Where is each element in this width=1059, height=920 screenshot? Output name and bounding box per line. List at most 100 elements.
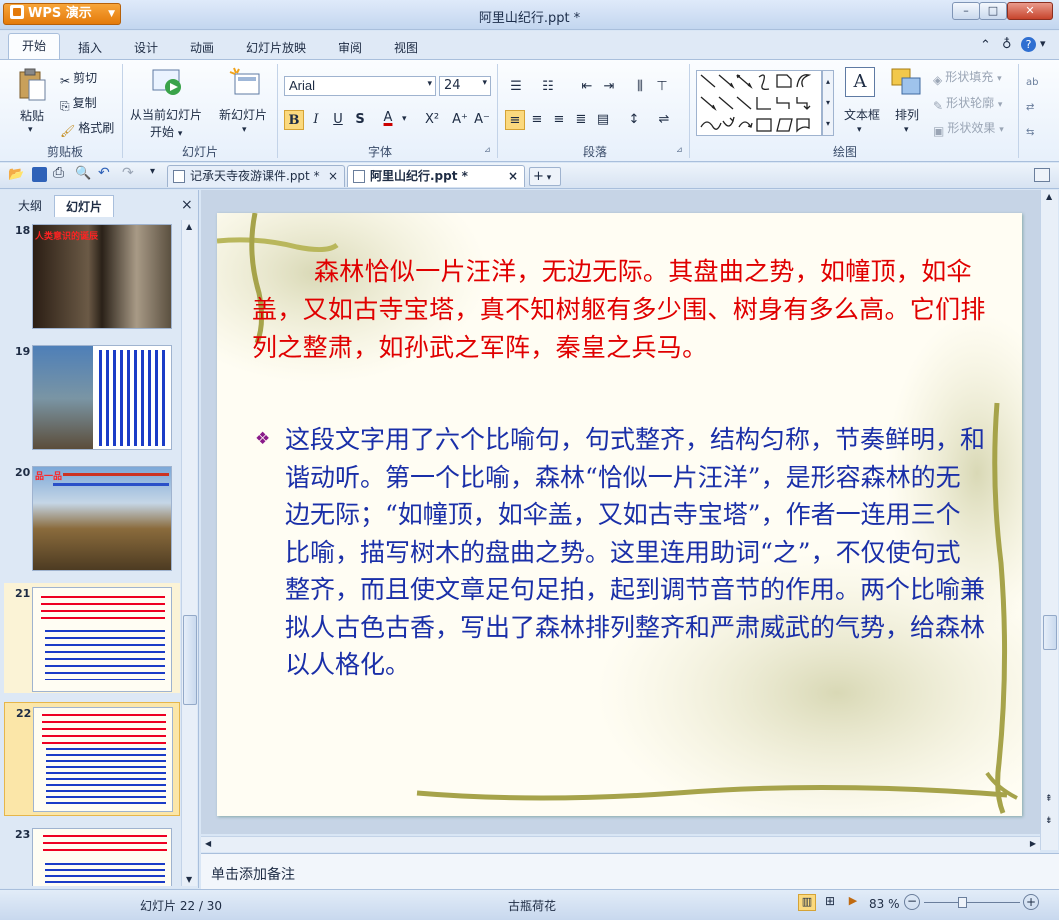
numbered-list-icon[interactable]: ☷ [538, 77, 558, 97]
print-icon[interactable]: ⎙ [53, 165, 64, 181]
text-direction-icon[interactable]: ⫼ [630, 77, 650, 97]
zoom-in-icon[interactable]: + [1023, 894, 1039, 910]
scroll-up-icon[interactable]: ▲ [186, 222, 192, 231]
shape-fill-button[interactable]: ◈ 形状填充 ▾ [933, 68, 1002, 87]
redo-icon[interactable]: ↷ [122, 165, 134, 181]
scroll-down-icon[interactable]: ▼ [186, 875, 192, 884]
next-slide-icon[interactable]: ⇟ [1045, 816, 1053, 826]
slide-canvas[interactable]: 森林恰似一片汪洋，无边无际。其盘曲之势，如幢顶，如伞盖，又如古寺宝塔，真不知树躯… [217, 213, 1022, 816]
zoom-slider-thumb[interactable] [958, 897, 967, 908]
copy-button[interactable]: ⎘ 复制 [60, 94, 97, 114]
arrange-button[interactable]: 排列 [895, 106, 919, 123]
normal-view-icon[interactable]: ▥ [798, 894, 816, 911]
skin-icon[interactable]: ♁ [1002, 37, 1012, 52]
tab-outline[interactable]: 大纲 [8, 195, 52, 217]
format-painter-button[interactable]: 🖌 格式刷 [60, 119, 114, 138]
chevron-down-icon[interactable]: ▾ [1040, 37, 1046, 50]
open-folder-icon[interactable]: 📂 [8, 167, 24, 182]
shrink-font-button[interactable]: A⁻ [472, 110, 492, 130]
chevron-down-icon[interactable]: ▾ [402, 114, 407, 124]
customize-toolbar-icon[interactable]: ▾ [150, 166, 155, 177]
slide-thumbnail[interactable]: 23 [4, 824, 180, 886]
from-current-slide-button[interactable]: 从当前幻灯片 [130, 106, 202, 123]
chevron-down-icon[interactable]: ▾ [857, 125, 862, 135]
scroll-up-icon[interactable]: ▲ [1046, 192, 1052, 201]
notes-pane[interactable]: 单击添加备注 [201, 853, 1059, 889]
ribbon-collapse-icon[interactable]: ⌃ [980, 38, 991, 53]
cut-button[interactable]: ✂ 剪切 [60, 69, 97, 88]
italic-button[interactable]: I [306, 110, 326, 130]
increase-indent-icon[interactable]: ⇥ [599, 77, 619, 97]
tab-list-icon[interactable] [1034, 168, 1050, 182]
print-preview-icon[interactable]: 🔍 [75, 166, 91, 181]
theme-name[interactable]: 古瓶荷花 [508, 897, 556, 914]
slide-thumbnail[interactable]: 19 [4, 341, 180, 451]
tab-slideshow[interactable]: 幻灯片放映 [236, 37, 316, 58]
doc-tab-2-active[interactable]: 阿里山纪行.ppt * × [347, 165, 525, 187]
minimize-button[interactable]: – [952, 2, 980, 20]
tab-insert[interactable]: 插入 [68, 37, 112, 58]
doc-tab-1[interactable]: 记承天寺夜游课件.ppt * × [167, 165, 345, 187]
tab-design[interactable]: 设计 [124, 37, 168, 58]
textbox-button[interactable]: 文本框 [844, 106, 880, 123]
distribute-icon[interactable]: ▤ [593, 110, 613, 130]
font-size-select[interactable]: 24 ▾ [439, 76, 491, 96]
bold-button[interactable]: B [284, 110, 304, 130]
superscript-button[interactable]: X² [420, 110, 444, 130]
shape-outline-button[interactable]: ✎ 形状轮廓 ▾ [933, 94, 1002, 113]
align-right-icon[interactable]: ≡ [549, 110, 569, 130]
paragraph-spacing-icon[interactable]: ⇌ [654, 110, 674, 130]
tab-home[interactable]: 开始 [8, 33, 60, 59]
slide-analysis-text[interactable]: 这段文字用了六个比喻句，句式整齐，结构匀称，节奏鲜明，和谐动听。第一个比喻，森林… [285, 421, 985, 684]
tab-animation[interactable]: 动画 [180, 37, 224, 58]
decrease-indent-icon[interactable]: ⇤ [577, 77, 597, 97]
dialog-launcher-icon[interactable]: ⊿ [484, 145, 491, 154]
new-tab-button[interactable]: + ▾ [529, 167, 561, 186]
dialog-launcher-icon[interactable]: ⊿ [676, 145, 683, 154]
slide-sorter-icon[interactable]: ⊞ [821, 894, 839, 911]
undo-icon[interactable]: ↶ [98, 165, 110, 181]
close-panel-icon[interactable]: × [181, 197, 193, 213]
line-spacing-icon[interactable]: ↕ [624, 110, 644, 130]
align-center-icon[interactable]: ≡ [527, 110, 547, 130]
slide-horizontal-scrollbar[interactable]: ◀ ▶ [201, 836, 1040, 852]
close-window-button[interactable]: ✕ [1007, 2, 1053, 20]
justify-icon[interactable]: ≣ [571, 110, 591, 130]
shadow-button[interactable]: S [350, 110, 370, 130]
scroll-left-icon[interactable]: ◀ [205, 839, 211, 848]
align-left-icon[interactable]: ≡ [505, 110, 525, 130]
scroll-thumb[interactable] [183, 615, 197, 705]
shape-gallery[interactable] [696, 70, 822, 136]
slide-thumbnail-selected[interactable]: 22 [4, 702, 180, 816]
new-slide-button[interactable]: 新幻灯片 [219, 106, 267, 123]
maximize-button[interactable]: □ [979, 2, 1007, 20]
more-ribbon-icons[interactable]: ab ⇄ ⇆ [1026, 70, 1038, 145]
slide-thumbnail[interactable]: 18 人类意识的诞辰 [4, 220, 180, 330]
slide-thumbnail[interactable]: 21 [4, 583, 180, 693]
from-current-slide-label[interactable]: 开始 ▾ [150, 123, 182, 140]
chevron-down-icon[interactable]: ▾ [28, 125, 33, 135]
scroll-thumb[interactable] [1043, 615, 1057, 650]
underline-button[interactable]: U [328, 110, 348, 130]
zoom-slider-track[interactable] [924, 902, 1020, 903]
tab-slides[interactable]: 幻灯片 [54, 195, 114, 217]
bullet-list-icon[interactable]: ☰ [506, 77, 526, 97]
tab-review[interactable]: 审阅 [328, 37, 372, 58]
save-icon[interactable] [32, 167, 47, 182]
slideshow-icon[interactable]: ▶ [844, 894, 862, 911]
align-text-icon[interactable]: ⊤ [652, 77, 672, 97]
slide-vertical-scrollbar[interactable]: ▲ ⇞ ⇟ [1040, 190, 1058, 850]
font-name-select[interactable]: Arial ▾ [284, 76, 436, 96]
close-tab-icon[interactable]: × [508, 166, 518, 186]
font-color-button[interactable]: A [378, 108, 398, 128]
chevron-down-icon[interactable]: ▾ [904, 125, 909, 135]
chevron-down-icon[interactable]: ▾ [242, 125, 247, 135]
previous-slide-icon[interactable]: ⇞ [1045, 794, 1053, 804]
zoom-out-icon[interactable]: − [904, 894, 920, 910]
shape-gallery-scroll[interactable]: ▴ ▾ ▾ [822, 70, 834, 136]
slide-thumbnail[interactable]: 20 品一品 [4, 462, 180, 572]
scroll-right-icon[interactable]: ▶ [1030, 839, 1036, 848]
tab-view[interactable]: 视图 [384, 37, 428, 58]
close-tab-icon[interactable]: × [328, 166, 338, 186]
paste-button[interactable]: 粘贴 [20, 107, 44, 124]
